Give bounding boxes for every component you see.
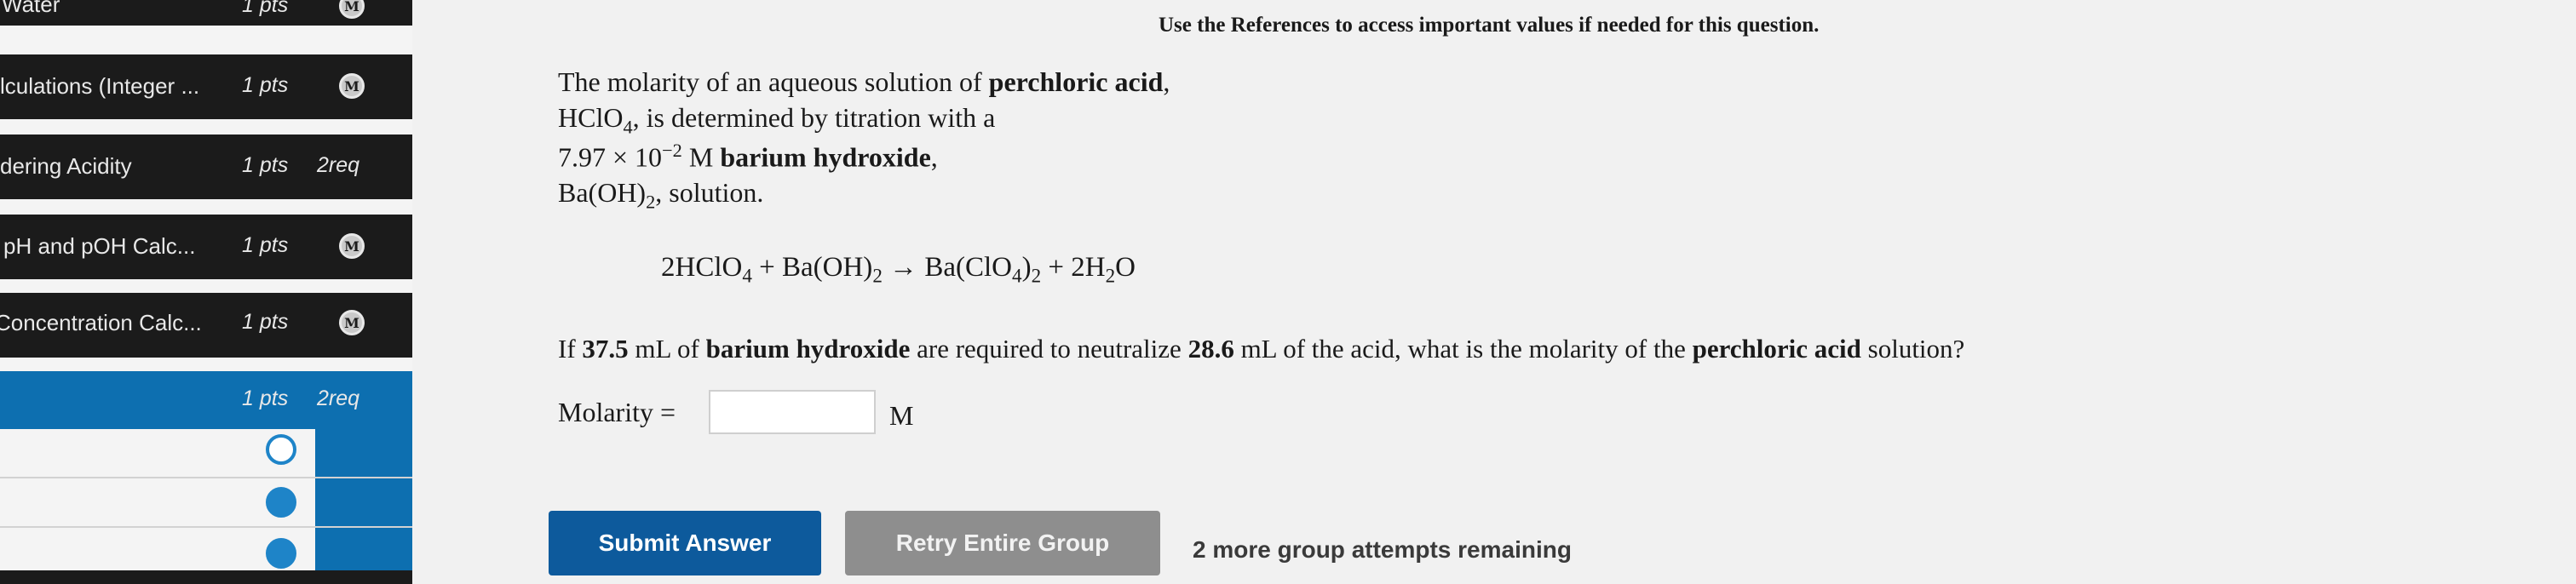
question-status-filled-icon: [266, 538, 296, 569]
formula-subscript: 4: [623, 116, 633, 138]
mastery-badge-icon: M: [339, 233, 365, 259]
equation-term: 2HClO: [661, 252, 743, 283]
equation-subscript: 2: [872, 264, 883, 287]
problem-line-1: The molarity of an aqueous solution of p…: [558, 66, 1170, 98]
equation-subscript: 4: [1012, 264, 1022, 287]
sidebar-item-points: 1 pts: [242, 73, 289, 97]
sidebar-bottom-bar: [0, 570, 412, 584]
question-item[interactable]: [0, 429, 412, 478]
sidebar-item-points: 1 pts: [242, 310, 289, 334]
equation-term: → Ba(ClO: [882, 252, 1013, 283]
question-status-filled-icon: [266, 487, 296, 518]
question-text: mL of the acid, what is the molarity of …: [1233, 334, 1693, 364]
molarity-label: Molarity =: [558, 397, 676, 427]
problem-text: , is determined by titration with a: [632, 102, 996, 133]
sidebar-item-points: 1 pts: [242, 153, 289, 177]
problem-text: ,: [930, 141, 938, 173]
attempts-remaining-text: 2 more group attempts remaining: [1193, 536, 1572, 563]
sidebar-item-points: 1 pts: [242, 233, 289, 257]
submit-answer-button[interactable]: Submit Answer: [549, 511, 821, 575]
concentration-value: 7.97 × 10: [558, 141, 663, 173]
chemical-equation: 2HClO4 + Ba(OH)2 → Ba(ClO4)2 + 2H2O: [661, 252, 1136, 288]
molarity-unit: M: [889, 400, 914, 431]
chemical-name: barium hydroxide: [720, 141, 931, 173]
sidebar-item-label: Water: [2, 0, 60, 17]
problem-text: The molarity of an aqueous solution of: [558, 66, 989, 97]
sidebar-item-points: 1 pts: [242, 0, 289, 17]
question-text: If: [558, 334, 583, 364]
problem-line-2: HClO4, is determined by titration with a: [558, 102, 995, 138]
equation-term: O: [1115, 252, 1136, 283]
equation-term: ): [1021, 252, 1032, 283]
sidebar-item-water[interactable]: Water 1 pts M: [0, 0, 412, 26]
volume-value: 28.6: [1187, 334, 1234, 364]
sidebar-item-requirement: 2req: [317, 153, 360, 177]
mastery-badge-icon: M: [339, 73, 365, 99]
sidebar-item-concentration[interactable]: Concentration Calc... 1 pts M: [0, 293, 412, 358]
sidebar-item-calculations[interactable]: lculations (Integer ... 1 pts M: [0, 54, 412, 119]
question-item-stripe: [315, 478, 412, 526]
equation-subscript: 2: [1031, 264, 1042, 287]
chemical-name: perchloric acid: [1692, 334, 1861, 364]
retry-group-button[interactable]: Retry Entire Group: [845, 511, 1160, 575]
question-prompt: If 37.5 mL of barium hydroxide are requi…: [558, 334, 1964, 364]
problem-line-4: Ba(OH)2, solution.: [558, 177, 763, 213]
question-item-stripe: [315, 528, 412, 575]
exponent: −2: [662, 140, 682, 161]
formula-text: Ba(OH): [558, 177, 647, 208]
assignment-sidebar: Water 1 pts M lculations (Integer ... 1 …: [0, 0, 412, 584]
references-note: Use the References to access important v…: [1159, 14, 1820, 37]
problem-text: ,: [1163, 66, 1170, 97]
mastery-badge-icon: M: [339, 0, 365, 19]
question-status-empty-icon: [266, 434, 296, 465]
sidebar-item-label: Concentration Calc...: [0, 310, 202, 335]
sidebar-item-label: lculations (Integer ...: [0, 73, 200, 99]
sidebar-item-label: pH and pOH Calc...: [3, 233, 196, 259]
chemical-name: barium hydroxide: [705, 334, 911, 364]
question-text: are required to neutralize: [910, 334, 1188, 364]
mastery-badge-icon: M: [339, 310, 365, 335]
equation-term: + 2H: [1041, 252, 1106, 283]
question-text: solution?: [1860, 334, 1965, 364]
formula-text: HClO: [558, 102, 624, 133]
question-item-stripe: [315, 429, 412, 477]
question-list: [0, 429, 412, 584]
equation-subscript: 4: [742, 264, 752, 287]
sidebar-item-current[interactable]: 1 pts 2req: [0, 371, 412, 429]
molarity-input[interactable]: [709, 390, 876, 434]
sidebar-item-points: 1 pts: [242, 386, 289, 410]
sidebar-item-requirement: 2req: [317, 386, 360, 410]
volume-value: 37.5: [582, 334, 629, 364]
unit-text: M: [681, 141, 721, 173]
problem-text: , solution.: [655, 177, 764, 208]
equation-subscript: 2: [1105, 264, 1116, 287]
sidebar-item-ph-poh[interactable]: pH and pOH Calc... 1 pts M: [0, 215, 412, 279]
equation-term: + Ba(OH): [751, 252, 873, 283]
chemical-name: perchloric acid: [988, 66, 1164, 97]
problem-line-3: 7.97 × 10−2 M barium hydroxide,: [558, 140, 938, 174]
sidebar-item-ordering-acidity[interactable]: dering Acidity 1 pts 2req: [0, 135, 412, 199]
question-item[interactable]: [0, 478, 412, 528]
question-text: mL of: [628, 334, 706, 364]
formula-subscript: 2: [646, 191, 656, 213]
sidebar-item-label: dering Acidity: [0, 153, 132, 179]
